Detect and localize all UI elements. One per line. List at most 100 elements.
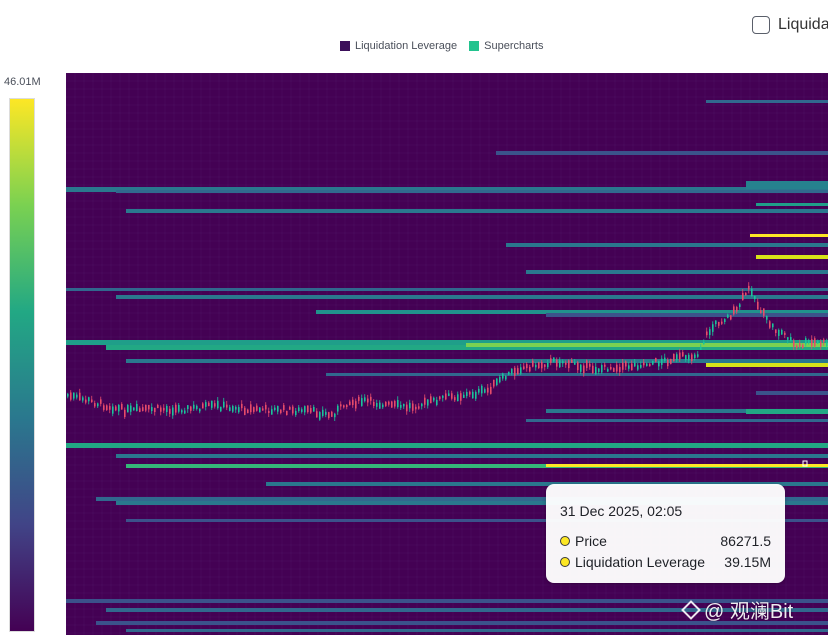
candle-body xyxy=(298,407,300,412)
candle-body xyxy=(406,404,408,412)
liquidation-checkbox[interactable] xyxy=(752,16,770,34)
candle-body xyxy=(280,409,282,414)
liquidation-band xyxy=(546,464,828,467)
candle-body xyxy=(616,364,618,372)
candle-body xyxy=(76,394,78,398)
candle-body xyxy=(382,404,384,408)
candle-body xyxy=(379,402,381,409)
tooltip-liquidation-dot xyxy=(560,556,570,567)
candle-body xyxy=(625,361,627,367)
candle-body xyxy=(499,377,501,383)
candle-body xyxy=(802,344,804,349)
tooltip-row-price: Price 86271.5 xyxy=(560,530,771,551)
candle-body xyxy=(718,321,720,326)
liquidation-band xyxy=(466,343,828,347)
candle-body xyxy=(184,410,186,414)
candle-body xyxy=(787,337,789,340)
liquidation-band xyxy=(706,363,828,367)
candle-body xyxy=(70,392,72,400)
liquidation-band xyxy=(526,270,828,274)
candle-body xyxy=(247,409,249,414)
candle-body xyxy=(481,385,483,394)
candle-body xyxy=(739,304,741,307)
candle-body xyxy=(376,403,378,407)
candle-body xyxy=(292,406,294,414)
candle-body xyxy=(535,364,537,368)
candle-body xyxy=(586,360,588,368)
candle-body xyxy=(493,379,495,387)
candle-body xyxy=(628,365,630,369)
candle-body xyxy=(319,412,321,420)
candle-body xyxy=(103,405,105,410)
legend-item-liquidation-leverage[interactable]: Liquidation Leverage xyxy=(340,40,457,52)
tooltip-price-value: 86271.5 xyxy=(720,532,771,549)
candle-body xyxy=(667,359,669,367)
candle-body xyxy=(418,406,420,409)
candle-body xyxy=(661,358,663,365)
candle-body xyxy=(325,411,327,415)
candle-body xyxy=(520,367,522,374)
candle-body xyxy=(511,368,513,374)
candle-body xyxy=(106,405,108,411)
candle-body xyxy=(424,397,426,405)
liquidation-toggle[interactable]: Liquida xyxy=(752,16,828,34)
candle-body xyxy=(172,407,174,416)
candle-body xyxy=(619,367,621,372)
candle-body xyxy=(442,395,444,398)
candle-body xyxy=(175,404,177,413)
candle-body xyxy=(259,407,261,413)
candle-body xyxy=(412,403,414,411)
candle-body xyxy=(343,405,345,408)
candle-body xyxy=(223,401,225,408)
candle-body xyxy=(721,321,723,324)
candle-body xyxy=(265,404,267,410)
candle-body xyxy=(82,397,84,401)
liquidation-band xyxy=(706,100,828,103)
legend-item-supercharts[interactable]: Supercharts xyxy=(469,40,543,52)
candle-body xyxy=(679,352,681,360)
candle-body xyxy=(403,403,405,407)
candle-body xyxy=(109,406,111,410)
candle-body xyxy=(337,405,339,412)
candle-body xyxy=(676,354,678,361)
candle-body xyxy=(148,404,150,410)
liquidation-band xyxy=(750,234,828,237)
candle-body xyxy=(208,402,210,407)
candle-body xyxy=(547,362,549,368)
candle-body xyxy=(115,406,117,411)
candle-body xyxy=(454,397,456,401)
tooltip-liquidation-label: Liquidation Leverage xyxy=(575,553,705,570)
candle-body xyxy=(448,393,450,396)
candle-body xyxy=(592,365,594,374)
candle-body xyxy=(607,369,609,372)
candle-body xyxy=(715,320,717,325)
candle-body xyxy=(562,361,564,364)
candle-body xyxy=(388,401,390,405)
candle-body xyxy=(301,409,303,412)
candle-body xyxy=(286,410,288,416)
candle-body xyxy=(595,366,597,375)
liquidation-band xyxy=(116,454,828,458)
candle-body xyxy=(385,401,387,407)
candle-body xyxy=(229,407,231,411)
candle-body xyxy=(283,405,285,411)
candle-body xyxy=(232,406,234,412)
liquidation-band xyxy=(756,203,828,206)
candle-body xyxy=(73,392,75,399)
candle-body xyxy=(370,396,372,401)
candle-body xyxy=(598,368,600,372)
candle-body xyxy=(310,407,312,413)
candle-body xyxy=(712,324,714,332)
candle-body xyxy=(484,389,486,393)
candle-body xyxy=(487,387,489,393)
candle-body xyxy=(514,367,516,376)
liquidation-toggle-label: Liquida xyxy=(778,16,828,33)
candle-body xyxy=(790,337,792,342)
candle-body xyxy=(367,398,369,403)
candle-body xyxy=(601,365,603,373)
tooltip-price-dot xyxy=(560,535,570,546)
candle-body xyxy=(781,329,783,335)
liquidation-band xyxy=(746,409,828,414)
candle-body xyxy=(799,343,801,347)
candle-body xyxy=(196,405,198,409)
